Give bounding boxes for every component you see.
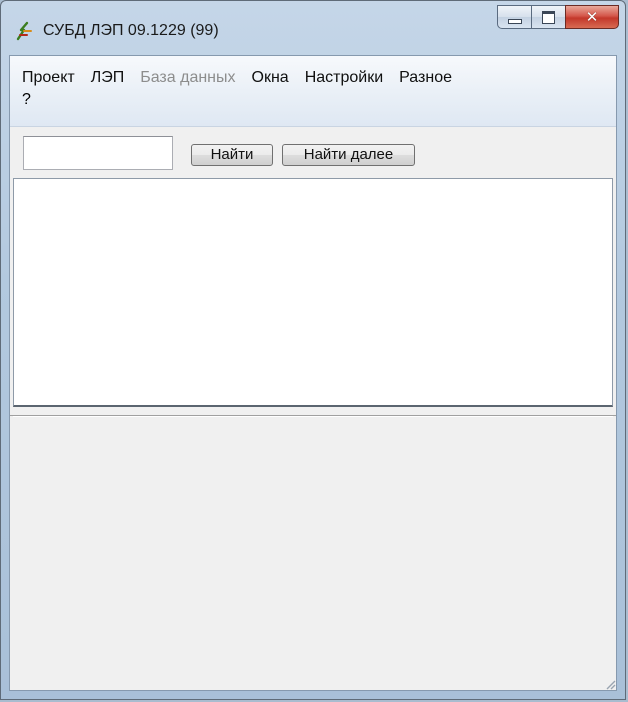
close-icon: ✕	[585, 8, 599, 26]
find-button[interactable]: Найти	[191, 144, 273, 166]
close-button[interactable]: ✕	[565, 5, 619, 29]
title-bar[interactable]: СУБД ЛЭП 09.1229 (99) ✕	[1, 1, 625, 53]
client-area: Проект ЛЭП База данных Окна Настройки Ра…	[9, 55, 617, 691]
menu-item-database[interactable]: База данных	[132, 68, 243, 88]
search-toolbar: Найти Найти далее	[10, 127, 616, 175]
window-title: СУБД ЛЭП 09.1229 (99)	[43, 22, 219, 39]
menu-row-2: ?	[14, 90, 39, 110]
details-panel	[13, 416, 613, 688]
resize-grip-icon[interactable]	[604, 678, 616, 690]
menu-item-project[interactable]: Проект	[14, 68, 83, 88]
search-input[interactable]	[23, 136, 173, 170]
app-window: СУБД ЛЭП 09.1229 (99) ✕ Проект ЛЭП База …	[0, 0, 626, 700]
minimize-button[interactable]	[497, 5, 531, 29]
maximize-icon	[542, 10, 555, 24]
menu-row: Проект ЛЭП База данных Окна Настройки Ра…	[14, 68, 460, 88]
menu-item-windows[interactable]: Окна	[244, 68, 297, 88]
find-next-button[interactable]: Найти далее	[282, 144, 415, 166]
menu-item-settings[interactable]: Настройки	[297, 68, 391, 88]
menu-item-lep[interactable]: ЛЭП	[83, 68, 133, 88]
maximize-button[interactable]	[531, 5, 565, 29]
menu-bar: Проект ЛЭП База данных Окна Настройки Ра…	[10, 56, 616, 127]
menu-item-misc[interactable]: Разное	[391, 68, 460, 88]
results-list[interactable]	[13, 178, 613, 407]
caption-buttons: ✕	[497, 5, 619, 29]
panel-splitter[interactable]	[10, 407, 616, 416]
power-line-icon	[16, 21, 32, 41]
menu-item-help[interactable]: ?	[14, 91, 39, 108]
minimize-icon	[507, 18, 522, 24]
